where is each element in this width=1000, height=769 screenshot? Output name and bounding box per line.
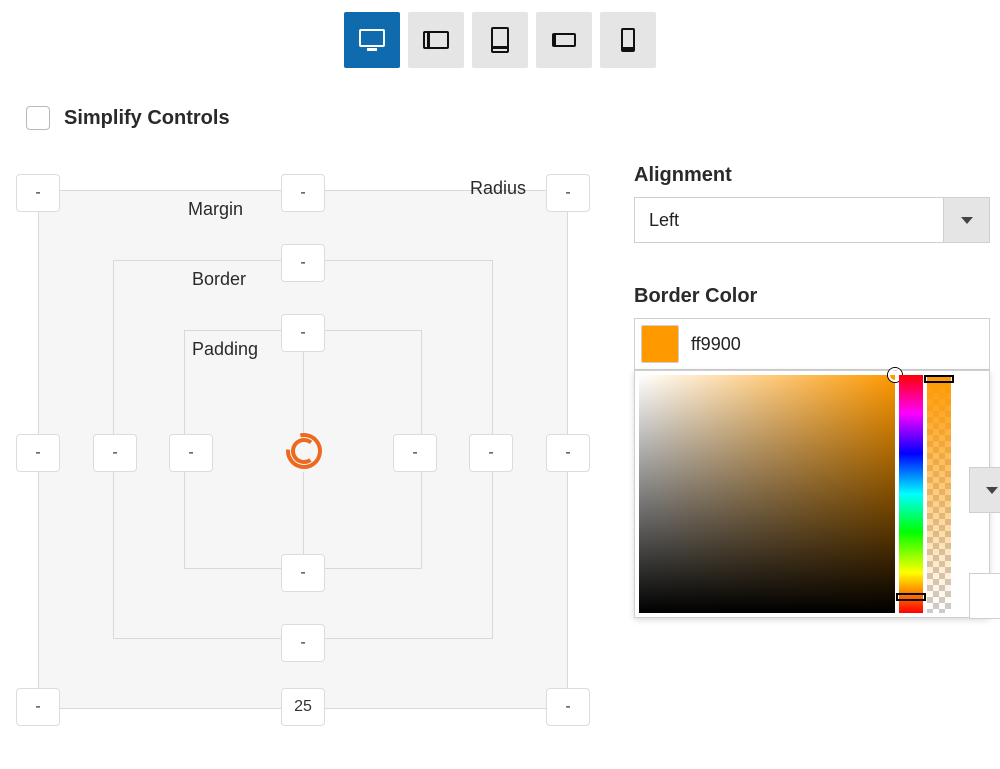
margin-right-input[interactable]: - — [546, 434, 590, 472]
phone-landscape-icon — [549, 25, 579, 55]
alpha-handle[interactable] — [924, 375, 954, 383]
padding-bottom-input[interactable]: - — [281, 554, 325, 592]
color-picker — [634, 370, 990, 618]
radius-bottom-left-input[interactable]: - — [16, 688, 60, 726]
box-model-editor: Margin Border Padding Radius - - - - - -… — [8, 164, 600, 720]
border-bottom-input[interactable]: - — [281, 624, 325, 662]
border-color-label: Border Color — [634, 285, 990, 308]
alignment-label: Alignment — [634, 164, 990, 187]
viewport-phone-portrait-button[interactable] — [600, 12, 656, 68]
viewport-desktop-button[interactable] — [344, 12, 400, 68]
hidden-select-arrow[interactable] — [969, 467, 1000, 513]
margin-top-input[interactable]: - — [281, 174, 325, 212]
hue-slider[interactable] — [899, 375, 923, 613]
radius-bottom-right-input[interactable]: - — [546, 688, 590, 726]
hidden-field[interactable] — [969, 573, 1000, 619]
viewport-tablet-portrait-button[interactable] — [472, 12, 528, 68]
radius-top-right-input[interactable]: - — [546, 174, 590, 212]
padding-label: Padding — [188, 339, 262, 360]
alignment-value: Left — [635, 198, 943, 242]
radius-label: Radius — [470, 178, 526, 199]
border-left-input[interactable]: - — [93, 434, 137, 472]
tablet-portrait-icon — [485, 25, 515, 55]
element-icon — [281, 428, 327, 474]
padding-left-input[interactable]: - — [169, 434, 213, 472]
viewport-phone-landscape-button[interactable] — [536, 12, 592, 68]
radius-top-left-input[interactable]: - — [16, 174, 60, 212]
phone-portrait-icon — [613, 25, 643, 55]
tablet-landscape-icon — [421, 25, 451, 55]
viewport-tablet-landscape-button[interactable] — [408, 12, 464, 68]
alignment-select[interactable]: Left — [634, 197, 990, 243]
color-swatch — [641, 325, 679, 363]
connector-line — [303, 352, 304, 434]
alpha-slider[interactable] — [927, 375, 951, 613]
simplify-controls-label: Simplify Controls — [64, 107, 230, 130]
margin-label: Margin — [184, 199, 247, 220]
simplify-controls-checkbox[interactable] — [26, 106, 50, 130]
simplify-controls-row: Simplify Controls — [26, 106, 1000, 130]
border-top-input[interactable]: - — [281, 244, 325, 282]
border-right-input[interactable]: - — [469, 434, 513, 472]
saturation-value-area[interactable] — [639, 375, 895, 613]
desktop-icon — [357, 25, 387, 55]
border-color-field[interactable]: ff9900 — [634, 318, 990, 370]
viewport-switcher — [0, 0, 1000, 68]
padding-top-input[interactable]: - — [281, 314, 325, 352]
margin-bottom-input[interactable]: 25 — [281, 688, 325, 726]
border-color-hex: ff9900 — [691, 334, 741, 355]
connector-line — [303, 472, 304, 554]
hue-handle[interactable] — [896, 593, 926, 601]
chevron-down-icon — [943, 198, 989, 242]
border-label: Border — [188, 269, 250, 290]
padding-right-input[interactable]: - — [393, 434, 437, 472]
margin-left-input[interactable]: - — [16, 434, 60, 472]
